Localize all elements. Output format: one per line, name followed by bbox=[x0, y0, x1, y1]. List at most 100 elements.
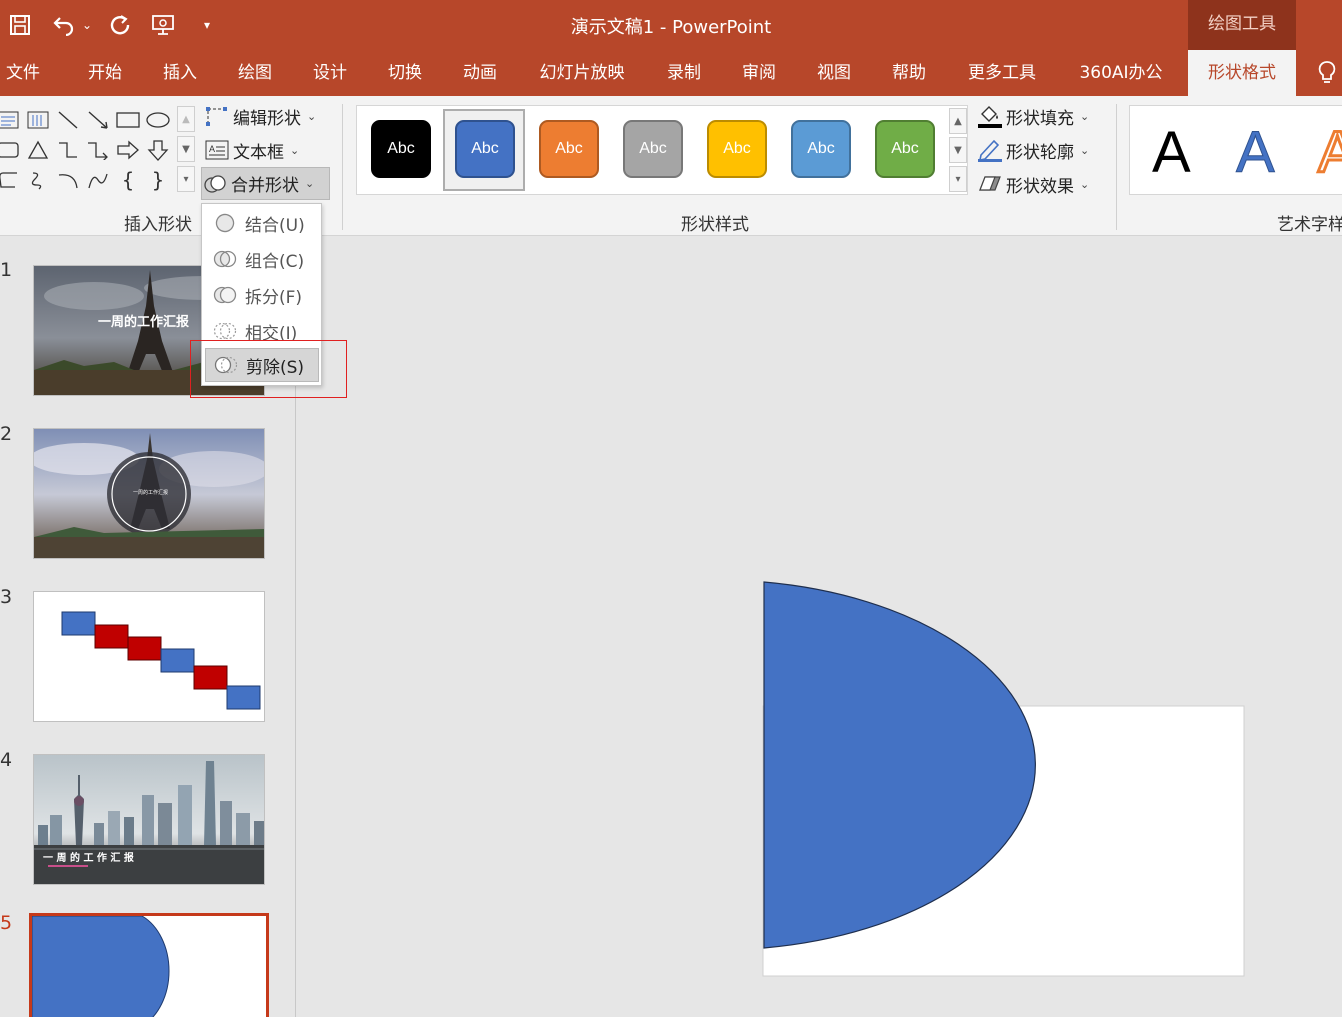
styles-more-icon[interactable]: ▾ bbox=[949, 166, 967, 192]
slide-thumbnail-5[interactable] bbox=[29, 913, 269, 1017]
style-thumb-gold[interactable]: Abc bbox=[707, 120, 767, 178]
slide-number: 4 bbox=[0, 749, 13, 771]
combine-icon bbox=[205, 247, 245, 271]
down-arrow-shape-icon[interactable] bbox=[144, 136, 172, 164]
edit-points-icon bbox=[204, 103, 230, 129]
left-brace-shape-icon[interactable]: { bbox=[114, 166, 142, 194]
styles-scroll-down-icon[interactable]: ▼ bbox=[949, 137, 967, 163]
shape-effects-button[interactable]: 形状效果 ⌄ bbox=[977, 169, 1089, 199]
style-thumb-green[interactable]: Abc bbox=[875, 120, 935, 178]
shape-styles-gallery: Abc Abc Abc Abc Abc Abc Abc ▲ ▼ ▾ bbox=[356, 105, 968, 195]
tab-design[interactable]: 设计 bbox=[301, 50, 359, 96]
shape-styles-group-label: 形状样式 bbox=[681, 215, 749, 235]
gallery-scroll-up-icon[interactable]: ▲ bbox=[177, 106, 195, 132]
menu-item-combine[interactable]: 组合(C) bbox=[205, 242, 319, 276]
slide-thumbnail-4[interactable] bbox=[33, 754, 265, 885]
wordart-sample-black[interactable]: A bbox=[1152, 118, 1191, 188]
elbow-connector-shape-icon[interactable] bbox=[54, 136, 82, 164]
text-box-button[interactable]: A 文本框 ⌄ bbox=[204, 135, 299, 165]
elbow-arrow-connector-shape-icon[interactable] bbox=[84, 136, 112, 164]
tab-home[interactable]: 开始 bbox=[76, 50, 134, 96]
style-thumb-gray[interactable]: Abc bbox=[623, 120, 683, 178]
paint-bucket-icon bbox=[977, 103, 1003, 129]
merge-shapes-icon bbox=[202, 171, 228, 197]
lightbulb-icon[interactable] bbox=[1312, 50, 1342, 96]
staircase-rectangles-graphic bbox=[61, 611, 261, 710]
shape-fill-button[interactable]: 形状填充 ⌄ bbox=[977, 101, 1089, 131]
group-divider bbox=[1116, 104, 1117, 230]
scribble-shape-icon[interactable] bbox=[24, 166, 52, 194]
vertical-textbox-shape-icon[interactable] bbox=[24, 106, 52, 134]
merge-shapes-button[interactable]: 合并形状 ⌄ bbox=[201, 167, 330, 200]
tab-animations[interactable]: 动画 bbox=[451, 50, 509, 96]
chevron-down-icon: ⌄ bbox=[1080, 177, 1090, 191]
styles-scroll-up-icon[interactable]: ▲ bbox=[949, 108, 967, 134]
drawing-tools-context-tab: 绘图工具 bbox=[1188, 0, 1296, 50]
edit-shape-button[interactable]: 编辑形状 ⌄ bbox=[204, 101, 316, 131]
gallery-more-icon[interactable]: ▾ bbox=[177, 166, 195, 192]
annotation-highlight-box bbox=[190, 340, 347, 398]
arc-shape-icon[interactable] bbox=[54, 166, 82, 194]
shape-fill-label: 形状填充 bbox=[1006, 108, 1074, 129]
menu-item-fragment[interactable]: 拆分(F) bbox=[205, 278, 319, 312]
wordart-sample-orange[interactable]: A bbox=[1317, 118, 1342, 188]
tab-transitions[interactable]: 切换 bbox=[376, 50, 434, 96]
slide-thumbnail-3[interactable] bbox=[33, 591, 265, 722]
slide-number: 2 bbox=[0, 423, 13, 445]
edit-shape-label: 编辑形状 bbox=[233, 108, 301, 129]
tab-more-tools[interactable]: 更多工具 bbox=[955, 50, 1049, 96]
tab-review[interactable]: 审阅 bbox=[730, 50, 788, 96]
shape-outline-button[interactable]: 形状轮廓 ⌄ bbox=[977, 135, 1089, 165]
oval-shape-icon[interactable] bbox=[144, 106, 172, 134]
rectangle-shape-icon[interactable] bbox=[114, 106, 142, 134]
tab-360ai-office[interactable]: 360AI办公 bbox=[1066, 50, 1176, 96]
menu-item-union[interactable]: 结合(U) bbox=[205, 206, 319, 240]
style-thumb-light-blue[interactable]: Abc bbox=[791, 120, 851, 178]
svg-text:A: A bbox=[209, 144, 215, 154]
slide-number-current: 5 bbox=[0, 912, 13, 934]
fragment-icon bbox=[205, 283, 245, 307]
style-thumb-black[interactable]: Abc bbox=[371, 120, 431, 178]
pen-outline-icon bbox=[977, 137, 1003, 163]
rounded-rect-shape-icon[interactable] bbox=[0, 136, 22, 164]
slide-4-title: 一 周 的 工 作 汇 报 bbox=[43, 853, 134, 864]
tab-view[interactable]: 视图 bbox=[805, 50, 863, 96]
union-icon bbox=[205, 211, 245, 235]
chevron-down-icon: ⌄ bbox=[307, 109, 317, 123]
group-divider bbox=[342, 104, 343, 230]
chevron-down-icon: ⌄ bbox=[1080, 143, 1090, 157]
line-shape-icon[interactable] bbox=[54, 106, 82, 134]
right-arrow-shape-icon[interactable] bbox=[114, 136, 142, 164]
tab-file[interactable]: 文件 bbox=[0, 50, 46, 96]
style-thumb-blue[interactable]: Abc bbox=[455, 120, 515, 178]
tab-insert[interactable]: 插入 bbox=[151, 50, 209, 96]
wordart-styles-group-label: 艺术字样式 bbox=[1277, 215, 1342, 235]
half-oval-shape-thumbnail bbox=[32, 916, 170, 1017]
app-title: 演示文稿1 - PowerPoint bbox=[570, 17, 772, 38]
tab-draw[interactable]: 绘图 bbox=[226, 50, 284, 96]
arrow-line-shape-icon[interactable] bbox=[84, 106, 112, 134]
tab-slideshow[interactable]: 幻灯片放映 bbox=[526, 50, 638, 96]
freeform-shape-icon[interactable] bbox=[0, 166, 22, 194]
tab-record[interactable]: 录制 bbox=[655, 50, 713, 96]
triangle-shape-icon[interactable] bbox=[24, 136, 52, 164]
slide-number: 1 bbox=[0, 259, 13, 281]
style-thumb-orange[interactable]: Abc bbox=[539, 120, 599, 178]
ribbon-tabs: 文件 开始 插入 绘图 设计 切换 动画 幻灯片放映 录制 审阅 视图 帮助 更… bbox=[0, 50, 1342, 96]
title-bar: ⌄ ▾ 演示文稿1 - PowerPoint 绘图工具 bbox=[0, 0, 1342, 50]
text-box-icon: A bbox=[204, 137, 230, 163]
tab-shape-format[interactable]: 形状格式 bbox=[1188, 50, 1296, 96]
slide-1-title: 一周的工作汇报 bbox=[98, 315, 190, 330]
slide-number: 3 bbox=[0, 586, 13, 608]
tab-help[interactable]: 帮助 bbox=[880, 50, 938, 96]
gallery-scroll-down-icon[interactable]: ▼ bbox=[177, 136, 195, 162]
slide-2-title: 一周的工作汇报 bbox=[133, 490, 169, 496]
curve-shape-icon[interactable] bbox=[84, 166, 112, 194]
wordart-sample-blue[interactable]: A bbox=[1236, 118, 1276, 188]
textbox-shape-icon[interactable] bbox=[0, 106, 22, 134]
chevron-down-icon: ⌄ bbox=[290, 143, 300, 157]
merge-shapes-label: 合并形状 bbox=[231, 176, 299, 196]
slide-canvas bbox=[762, 581, 1245, 977]
menu-item-label: 结合(U) bbox=[245, 215, 305, 236]
right-brace-shape-icon[interactable]: } bbox=[144, 166, 172, 194]
